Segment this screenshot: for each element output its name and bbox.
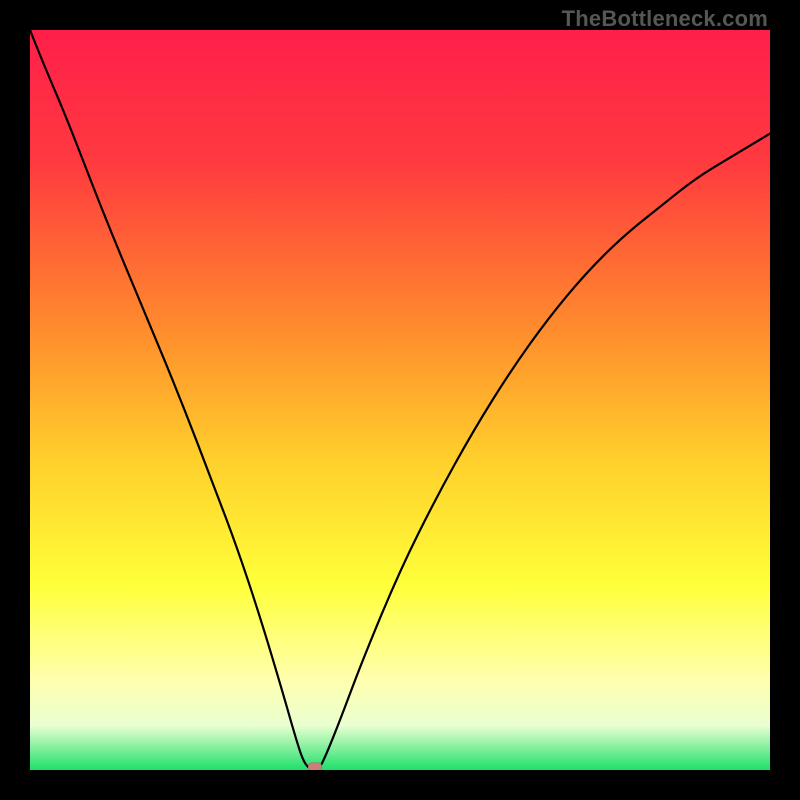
attribution-text: TheBottleneck.com [562, 6, 768, 32]
bottleneck-gradient-background [30, 30, 770, 770]
chart-frame: TheBottleneck.com [0, 0, 800, 800]
optimum-marker [308, 763, 322, 771]
plot-area [30, 30, 770, 770]
